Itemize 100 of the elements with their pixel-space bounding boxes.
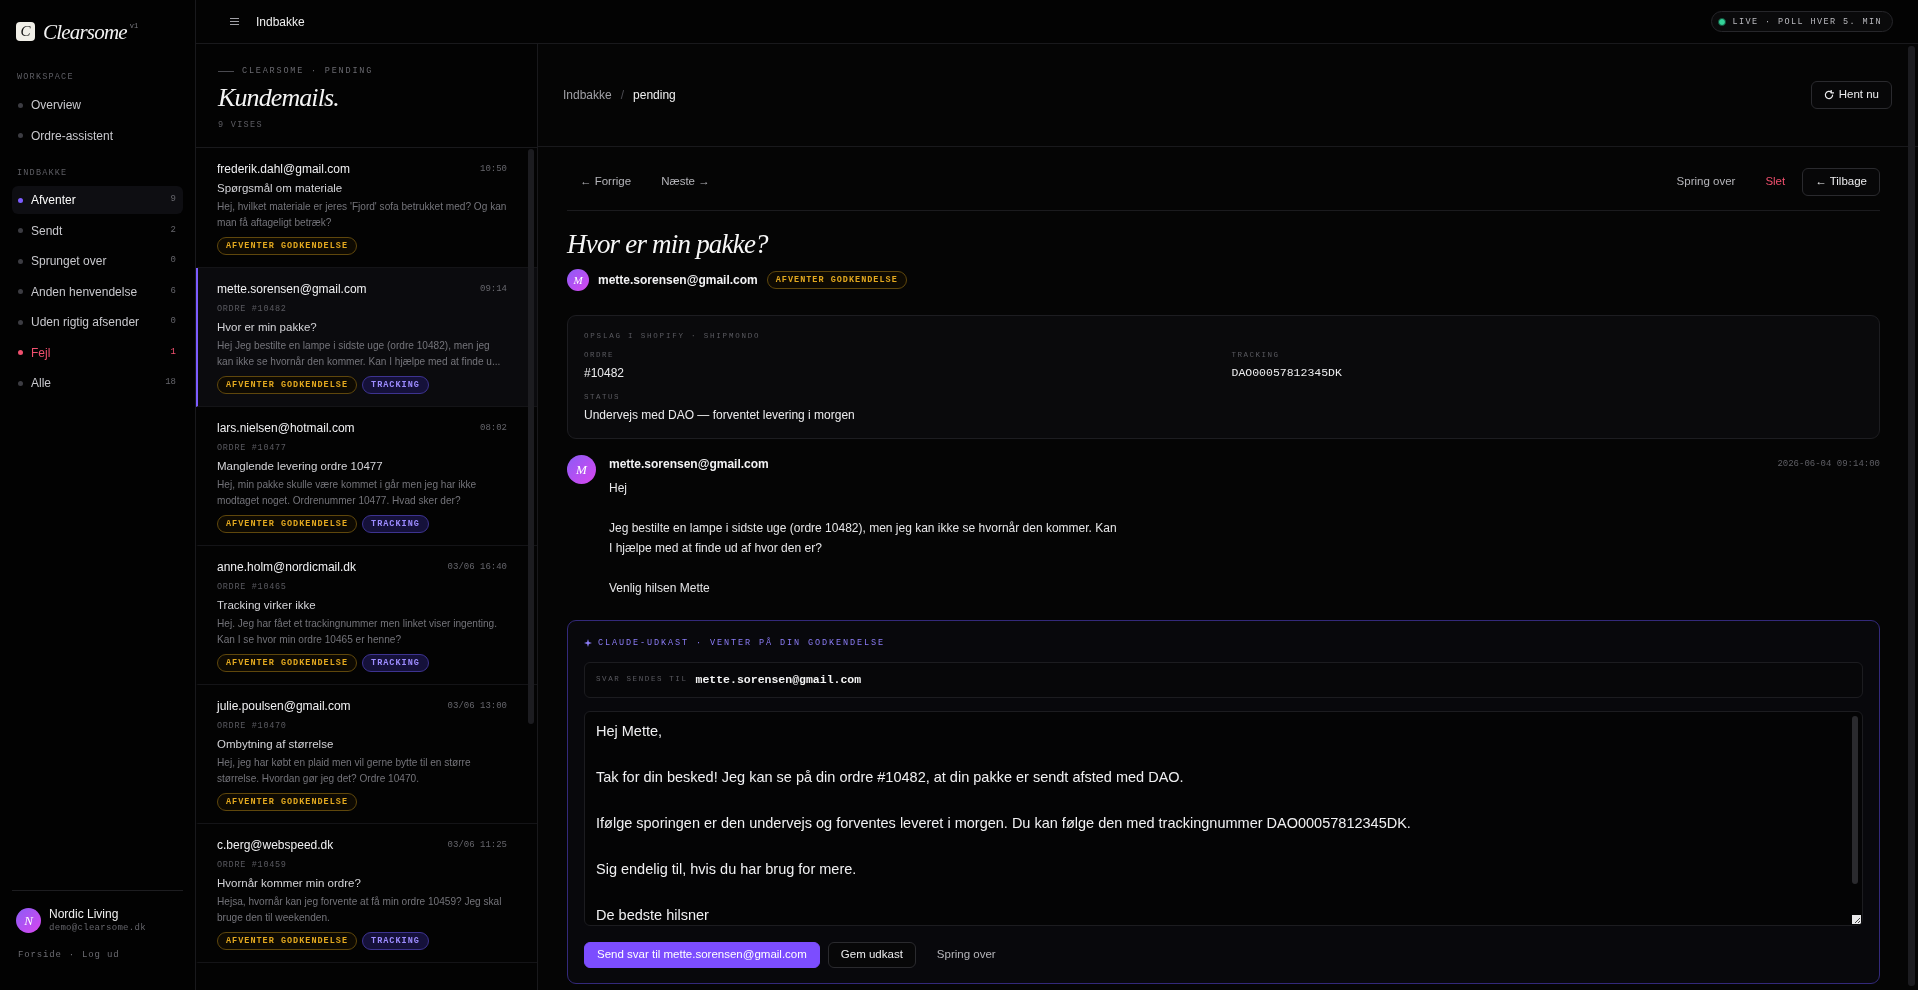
- breadcrumb-current: pending: [633, 87, 676, 104]
- reply-text-field[interactable]: Hej Mette, Tak for din besked! Jeg kan se på din ordre #10482, at din pakke er sendt afsted med DAO. Ifølge sporingen er den undervejs og forventes leveret i morgen. Du kan følge den med trackingnummer DAO00057812345DK. Sig endelig til, hvis du har brug for mere. De bedste hilsner: [584, 711, 1863, 926]
- page-title: Indbakke: [256, 13, 305, 31]
- separator: ·: [68, 949, 76, 962]
- email-preview: Hej. Jeg har fået et trackingnummer men linket viser ingenting. Kan I se hvor min ordre 10465 er henne?: [217, 617, 498, 647]
- scrollbar[interactable]: [1852, 716, 1858, 884]
- time-label: 03/06 11:25: [447, 839, 507, 852]
- time-label: 09:14: [480, 283, 507, 296]
- order-number: ORDRE #10477: [217, 442, 288, 455]
- nav-item[interactable]: Alle 18: [12, 369, 183, 397]
- status-tag: AFVENTER GODKENDELSE: [217, 793, 358, 811]
- order-number: ORDRE #10465: [217, 581, 288, 594]
- email-preview: Hej, min pakke skulle være kommet i går men jeg har ikke modtaget noget. Ordrenummer 10477. Hvad sker der?: [217, 478, 478, 508]
- skip-button[interactable]: Spring over: [1663, 168, 1749, 196]
- eyebrow-text: CLEARSOME · PENDING: [242, 65, 374, 77]
- email-item[interactable]: julie.poulsen@gmail.com 03/06 13:00 ORDRE #10470 Ombytning af størrelse Hej, jeg har købt en plaid men vil gerne bytte til en større størrelse. Hvordan gør jeg det? Ordre 10470. AFVENTER GODKENDELSE: [196, 685, 537, 824]
- send-button[interactable]: Send svar til mette.sorensen@gmail.com: [584, 942, 820, 968]
- email-preview: Hej, jeg har købt en plaid men vil gerne bytte til en større størrelse. Hvordan gør jeg det? Ordre 10470.: [217, 756, 472, 786]
- save-draft-button[interactable]: Gem udkast: [827, 942, 916, 968]
- time-label: 03/06 16:40: [447, 561, 507, 574]
- next-button[interactable]: Næste →: [648, 168, 723, 196]
- order-number: ORDRE #10459: [217, 859, 288, 872]
- email-subject: Hvornår kommer min ordre?: [217, 876, 362, 891]
- sender-email: mette.sorensen@gmail.com: [609, 456, 769, 473]
- dot-icon: [18, 228, 23, 233]
- field-value: #10482: [584, 365, 626, 382]
- result-count: 9 VISES: [218, 119, 264, 131]
- user-email: demo@clearsome.dk: [49, 922, 146, 934]
- section-label: INDBAKKE: [16, 167, 69, 179]
- sender-email: lars.nielsen@hotmail.com: [217, 420, 355, 437]
- message-paragraph: Venlig hilsen Mette: [609, 580, 711, 597]
- resize-handle-icon[interactable]: [1852, 915, 1861, 924]
- scrollbar[interactable]: [1908, 46, 1915, 986]
- delete-button[interactable]: Slet: [1752, 168, 1799, 196]
- avatar: N: [16, 908, 41, 933]
- dot-icon: [18, 258, 23, 264]
- avatar: M: [567, 455, 596, 484]
- dot-icon: [18, 289, 23, 294]
- time-label: 03/06 13:00: [447, 700, 507, 713]
- email-subject: Ombytning af størrelse: [217, 737, 335, 752]
- list-title: Kundemails.: [218, 83, 340, 113]
- brand-name: Clearsome: [43, 21, 127, 42]
- home-link[interactable]: Forside: [18, 948, 62, 962]
- nav-item[interactable]: Overview: [12, 91, 183, 119]
- back-button[interactable]: ← Tilbage: [1802, 168, 1880, 196]
- timestamp: 2026-06-04 09:14:00: [1777, 458, 1880, 471]
- status-tag: AFVENTER GODKENDELSE: [217, 932, 358, 950]
- status-tag: AFVENTER GODKENDELSE: [217, 237, 358, 255]
- nav-item[interactable]: Sendt 2: [12, 216, 183, 245]
- dot-icon: [18, 133, 23, 138]
- email-preview: Hej, hvilket materiale er jeres 'Fjord' sofa betrukket med? Og kan man få aftageligt betræk?: [217, 200, 507, 230]
- time-label: 08:02: [480, 422, 507, 435]
- email-preview: Hej Jeg bestilte en lampe i sidste uge (ordre 10482), men jeg kan ikke se hvornår den kommer. Kan I hjælpe med at finde u...: [217, 339, 502, 369]
- category-tag: TRACKING: [362, 654, 429, 672]
- email-subject: Hvor er min pakke?: [217, 320, 318, 335]
- logout-link[interactable]: Log ud: [82, 948, 120, 962]
- user-name: Nordic Living: [49, 907, 120, 922]
- field-value: Undervejs med DAO — forventet levering i morgen: [584, 407, 856, 424]
- refresh-button[interactable]: Hent nu: [1810, 81, 1892, 109]
- email-item[interactable]: [196, 268, 537, 407]
- message-paragraph: Hej: [609, 480, 628, 497]
- nav-item[interactable]: Uden rigtig afsender 0: [12, 308, 183, 336]
- status-tag: AFVENTER GODKENDELSE: [217, 376, 358, 394]
- dot-icon: [18, 102, 23, 108]
- email-item[interactable]: c.berg@webspeed.dk 03/06 11:25 ORDRE #10459 Hvornår kommer min ordre? Hejsa, hvornår kan jeg forvente at få min ordre 10459? Jeg skal bruge den til weekenden. AFVENTER GODKENDELSE TRACKING: [196, 824, 537, 963]
- previous-button[interactable]: ← Forrige: [567, 168, 645, 196]
- dot-icon: [18, 319, 23, 325]
- nav-item[interactable]: Fejl 1: [12, 338, 183, 367]
- nav-item[interactable]: Sprunget over 0: [12, 247, 183, 275]
- sender-email: mette.sorensen@gmail.com: [217, 281, 367, 298]
- sender-email: anne.holm@nordicmail.dk: [217, 559, 356, 576]
- nav-item[interactable]: Ordre-assistent: [12, 121, 183, 150]
- dot-icon: [18, 350, 23, 355]
- email-subject: Manglende levering ordre 10477: [217, 459, 384, 474]
- nav-item[interactable]: Anden henvendelse 6: [12, 277, 183, 306]
- live-status-text: LIVE · POLL HVER 5. MIN: [1732, 15, 1882, 28]
- sender-email: mette.sorensen@gmail.com: [598, 272, 758, 289]
- nav-item[interactable]: Afventer 9: [12, 186, 183, 214]
- scrollbar[interactable]: [528, 149, 534, 724]
- menu-icon[interactable]: [230, 18, 239, 25]
- field-value: DAO00057812345DK: [1231, 365, 1343, 381]
- status-tag: AFVENTER GODKENDELSE: [766, 271, 907, 289]
- sender-email: julie.poulsen@gmail.com: [217, 698, 351, 715]
- email-subject: Spørgsmål om materiale: [217, 181, 344, 196]
- dot-icon: [18, 197, 23, 203]
- skip-button[interactable]: Spring over: [923, 942, 1009, 968]
- message-title: Hvor er min pakke?: [567, 228, 770, 261]
- draft-label: CLAUDE-UDKAST · VENTER PÅ DIN GODKENDELSE: [598, 637, 886, 649]
- section-label: WORKSPACE: [16, 71, 75, 83]
- breadcrumb-separator: /: [620, 87, 625, 104]
- dot-icon: [18, 380, 23, 386]
- time-label: 10:50: [480, 163, 507, 176]
- refresh-icon: [1823, 90, 1834, 100]
- breadcrumb-link[interactable]: Indbakke: [563, 86, 612, 104]
- category-tag: TRACKING: [362, 932, 429, 950]
- email-preview: Hejsa, hvornår kan jeg forvente at få min ordre 10459? Jeg skal bruge den til weekenden.: [217, 895, 503, 925]
- email-subject: Tracking virker ikke: [217, 598, 317, 613]
- message-paragraph: Jeg bestilte en lampe i sidste uge (ordre 10482), men jeg kan ikke se hvornår den kommer. Kan I hjælpe med at finde ud af hvor den er?: [609, 520, 1118, 557]
- category-tag: TRACKING: [362, 515, 429, 533]
- avatar: M: [567, 269, 589, 291]
